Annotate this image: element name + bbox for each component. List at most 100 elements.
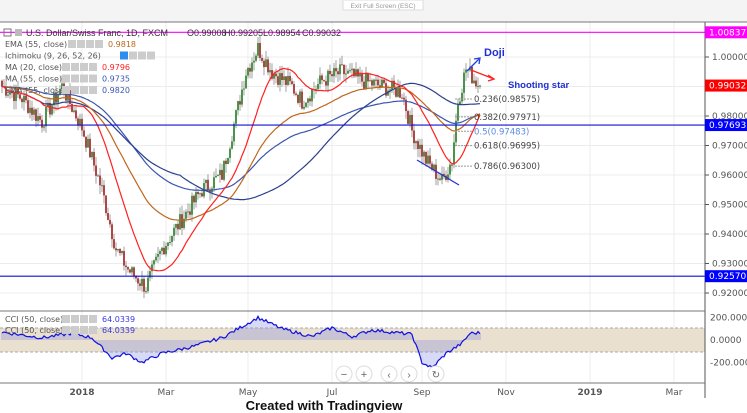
- candle-body: [379, 85, 381, 87]
- reset-icon[interactable]: ↻: [427, 365, 445, 383]
- candle-body: [35, 109, 37, 121]
- candle-body: [1, 80, 3, 87]
- legend-control-icon[interactable]: [95, 40, 103, 48]
- legend-control-icon[interactable]: [71, 63, 79, 71]
- candle-body: [343, 64, 345, 75]
- candle-body: [479, 85, 481, 87]
- candle-body: [179, 214, 181, 230]
- fibonacci-levels[interactable]: 0.236(0.98575) 0.382(0.97971) 0.5(0.97483)…: [455, 95, 540, 172]
- legend-control-icon[interactable]: [129, 51, 137, 60]
- price-tick-label: 0.95000: [712, 201, 747, 211]
- candle-body: [291, 81, 293, 85]
- legend-control-icon[interactable]: [89, 74, 97, 83]
- scroll-right-button[interactable]: ›: [400, 365, 418, 383]
- legend-control-icon[interactable]: [80, 86, 88, 94]
- legend-control-icon[interactable]: [62, 326, 70, 334]
- zoom-out-button[interactable]: −: [335, 365, 353, 383]
- candle-body: [195, 192, 197, 203]
- legend-label[interactable]: CCI (50, close): [5, 326, 63, 335]
- shooting-star-arrow[interactable]: [470, 69, 495, 80]
- candle-body: [265, 59, 267, 68]
- candle-body: [21, 98, 23, 103]
- legend-label[interactable]: MA (55, close): [5, 75, 62, 84]
- doji-arrow[interactable]: [466, 58, 480, 72]
- legend-control-icon[interactable]: [62, 86, 70, 94]
- footer-credit: Created with Tradingview: [246, 398, 404, 413]
- candle-body: [457, 104, 459, 121]
- candle-body: [333, 68, 335, 77]
- candle-body: [403, 97, 405, 100]
- candle-body: [219, 169, 221, 176]
- legend-label[interactable]: Ichimoku (9, 26, 52, 26): [5, 52, 101, 61]
- legend-control-icon[interactable]: [80, 63, 88, 71]
- candle-body: [131, 267, 133, 273]
- cci-axis[interactable]: 200.0000 0.0000 -200.0000: [710, 314, 747, 369]
- legend-control-icon[interactable]: [71, 86, 79, 94]
- legend-label[interactable]: CCI (50, close): [5, 315, 63, 324]
- legend-control-icon[interactable]: [77, 40, 85, 48]
- legend-control-icon[interactable]: [62, 315, 70, 323]
- price-tag-label: 0.97693: [709, 121, 746, 131]
- legend-control-icon[interactable]: [86, 40, 94, 48]
- legend-control-icon[interactable]: [80, 74, 88, 83]
- zoom-in-button[interactable]: +: [355, 365, 373, 383]
- indicator-lines: [1, 67, 481, 272]
- candle-body: [249, 68, 251, 72]
- legend-control-icon[interactable]: [62, 74, 70, 83]
- legend-value: 0.9818: [108, 40, 136, 49]
- scroll-left-button[interactable]: ‹: [380, 365, 398, 383]
- candle-body: [33, 109, 35, 115]
- ohlc-open: O0.99008: [187, 28, 227, 38]
- candle-body: [91, 151, 93, 158]
- candle-body: [429, 155, 431, 164]
- candle-body: [213, 177, 215, 189]
- time-axis[interactable]: 2018 Mar May Jul Sep Nov 2019 Mar: [69, 388, 682, 398]
- symbol-icon: [15, 29, 22, 36]
- legend-label[interactable]: EMA (55, close): [5, 86, 67, 95]
- legend-control-icon[interactable]: [89, 315, 97, 323]
- legend-label[interactable]: EMA (55, close): [5, 40, 67, 49]
- candle-body: [93, 151, 95, 166]
- legend-control-icon[interactable]: [89, 63, 97, 71]
- legend-control-icon[interactable]: [80, 315, 88, 323]
- time-tick-label: Mar: [666, 388, 683, 398]
- legend-control-icon[interactable]: [138, 51, 146, 60]
- candle-body: [227, 157, 229, 165]
- legend-control-icon[interactable]: [89, 86, 97, 94]
- candle-body: [217, 175, 219, 177]
- time-tick-label: Nov: [497, 388, 515, 398]
- candle-body: [87, 138, 89, 148]
- legend-control-icon[interactable]: [71, 326, 79, 334]
- legend-control-icon[interactable]: [147, 51, 155, 60]
- candle-body: [289, 75, 291, 82]
- candle-body: [295, 93, 297, 95]
- candle-body: [129, 269, 131, 273]
- fib-level-label: 0.618(0.96995): [474, 142, 540, 152]
- time-tick-label: 2018: [69, 388, 94, 398]
- candle-body: [245, 75, 247, 89]
- candle-body: [19, 94, 21, 99]
- legend-control-icon[interactable]: [68, 40, 76, 48]
- legend-control-icon[interactable]: [62, 63, 70, 71]
- legend-control-icon[interactable]: [71, 315, 79, 323]
- candle-body: [359, 73, 361, 77]
- price-tick-label: 0.94000: [712, 230, 747, 240]
- fib-level-label: 0.236(0.98575): [474, 95, 540, 105]
- legend-control-icon[interactable]: [89, 326, 97, 334]
- legend-control-icon[interactable]: [71, 74, 79, 83]
- candle-body: [433, 164, 435, 170]
- legend-control-icon[interactable]: [80, 326, 88, 334]
- candle-body: [275, 73, 277, 77]
- candle-body: [471, 66, 473, 84]
- price-tags: 1.00837 0.99032 0.97693 0.92570: [705, 26, 747, 283]
- price-chart[interactable]: Exit Full Screen (ESC) 0.236(0.98575) 0.3…: [0, 0, 747, 413]
- candle-body: [293, 84, 295, 94]
- candle-body: [383, 79, 385, 84]
- candle-body: [27, 100, 29, 113]
- candle-body: [133, 267, 135, 277]
- candle-body: [413, 130, 415, 144]
- candle-body: [165, 245, 167, 255]
- candle-body: [339, 64, 341, 75]
- legend-label[interactable]: MA (20, close): [5, 63, 62, 72]
- legend-control-icon[interactable]: [120, 51, 128, 60]
